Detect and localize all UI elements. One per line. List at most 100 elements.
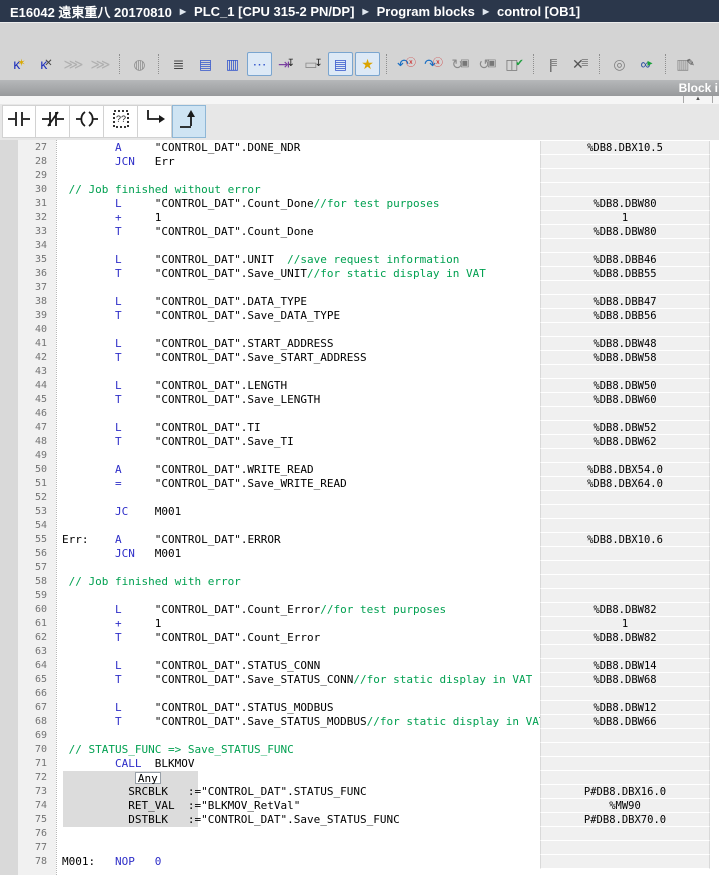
block-interface-label: Block i	[679, 81, 718, 95]
code-line[interactable]: 55Err: A "CONTROL_DAT".ERROR%DB8.DBX10.6	[0, 533, 719, 547]
code-line[interactable]: 37	[0, 281, 719, 295]
network-list-icon[interactable]: ≣	[166, 52, 191, 76]
code-line[interactable]: 40	[0, 323, 719, 337]
code-line[interactable]: 65 T "CONTROL_DAT".Save_STATUS_CONN//for…	[0, 673, 719, 687]
code-line[interactable]: 30 // Job finished without error	[0, 183, 719, 197]
line-number: 28	[0, 155, 56, 169]
code-line[interactable]: 38 L "CONTROL_DAT".DATA_TYPE%DB8.DBB47	[0, 295, 719, 309]
operand: "CONTROL_DAT".TI	[155, 421, 261, 434]
splitter-collapse-handle[interactable]: ▲	[683, 96, 713, 103]
opcode: T	[62, 631, 155, 644]
code-line[interactable]: 31 L "CONTROL_DAT".Count_Done//for test …	[0, 197, 719, 211]
code-line[interactable]: 56 JCN M001	[0, 547, 719, 561]
open-all-networks-icon[interactable]: ▤	[193, 52, 218, 76]
code-line[interactable]: 50 A "CONTROL_DAT".WRITE_READ%DB8.DBX54.…	[0, 463, 719, 477]
code-line[interactable]: 39 T "CONTROL_DAT".Save_DATA_TYPE%DB8.DB…	[0, 309, 719, 323]
data-block-icon[interactable]: ◍	[127, 52, 152, 76]
close-all-networks-icon[interactable]: ▥	[220, 52, 245, 76]
code-line[interactable]: 53 JC M001	[0, 505, 719, 519]
favorite-coil-button[interactable]	[70, 105, 104, 138]
code-line[interactable]: 58 // Job finished with error	[0, 575, 719, 589]
code-line[interactable]: 34	[0, 239, 719, 253]
code-line[interactable]: 46	[0, 407, 719, 421]
collapse-all-icon[interactable]: ✕≣	[568, 52, 593, 76]
code-line[interactable]: 43	[0, 365, 719, 379]
code-line[interactable]: 75 DSTBLK :="CONTROL_DAT".Save_STATUS_FU…	[0, 813, 719, 827]
code-line[interactable]: 36 T "CONTROL_DAT".Save_UNIT//for static…	[0, 267, 719, 281]
code-line[interactable]: 33 T "CONTROL_DAT".Count_Done%DB8.DBW80	[0, 225, 719, 239]
block-properties-icon[interactable]: ▥✎	[673, 52, 698, 76]
favorite-nc-contact-button[interactable]	[36, 105, 70, 138]
code-line[interactable]: 76	[0, 827, 719, 841]
code-line[interactable]: 57	[0, 561, 719, 575]
code-text	[56, 239, 540, 253]
code-line[interactable]: 54	[0, 519, 719, 533]
update-block-calls-icon[interactable]: ↻▣	[448, 52, 473, 76]
favorites-toggle-icon[interactable]: ★	[355, 52, 380, 76]
code-line[interactable]: 70 // STATUS_FUNC => Save_STATUS_FUNC	[0, 743, 719, 757]
code-line[interactable]: 41 L "CONTROL_DAT".START_ADDRESS%DB8.DBW…	[0, 337, 719, 351]
delete-network-icon[interactable]: ĸ✕	[34, 52, 59, 76]
code-line[interactable]: 68 T "CONTROL_DAT".Save_STATUS_MODBUS//f…	[0, 715, 719, 729]
code-line[interactable]: 72 Any	[0, 771, 719, 785]
stl-code-editor[interactable]: 27 A "CONTROL_DAT".DONE_NDR%DB8.DBX10.52…	[0, 140, 719, 875]
code-line[interactable]: 69	[0, 729, 719, 743]
favorite-empty-box-button[interactable]: ??	[104, 105, 138, 138]
code-line[interactable]: 51 = "CONTROL_DAT".Save_WRITE_READ%DB8.D…	[0, 477, 719, 491]
code-text: + 1	[56, 617, 540, 631]
absolute-symbolic-operands-icon[interactable]: ⇥↧	[274, 52, 299, 76]
code-line[interactable]: 35 L "CONTROL_DAT".UNIT //save request i…	[0, 253, 719, 267]
breadcrumb-segment[interactable]: E16042 遠東重八 20170810	[10, 2, 172, 21]
code-line[interactable]: 62 T "CONTROL_DAT".Count_Error%DB8.DBW82	[0, 631, 719, 645]
operand: RET_VAL :="BLKMOV_RetVal"	[62, 799, 300, 812]
next-error-icon[interactable]: ↷ⓧ	[421, 52, 446, 76]
code-line[interactable]: 60 L "CONTROL_DAT".Count_Error//for test…	[0, 603, 719, 617]
code-line[interactable]: 45 T "CONTROL_DAT".Save_LENGTH%DB8.DBW60	[0, 393, 719, 407]
synchronize-icon[interactable]: ↺▣	[475, 52, 500, 76]
breadcrumb-segment[interactable]: Program blocks	[377, 4, 475, 19]
code-line[interactable]: 49	[0, 449, 719, 463]
code-line[interactable]: 44 L "CONTROL_DAT".LENGTH%DB8.DBW50	[0, 379, 719, 393]
code-line[interactable]: 66	[0, 687, 719, 701]
code-line[interactable]: 27 A "CONTROL_DAT".DONE_NDR%DB8.DBX10.5	[0, 141, 719, 155]
code-line[interactable]: 71 CALL BLKMOV	[0, 757, 719, 771]
code-line[interactable]: 61 + 11	[0, 617, 719, 631]
operand-address-cell: %DB8.DBW82	[540, 631, 710, 645]
code-line[interactable]: 67 L "CONTROL_DAT".STATUS_MODBUS%DB8.DBW…	[0, 701, 719, 715]
consistency-check-icon[interactable]: ◫✔	[502, 52, 527, 76]
code-line[interactable]: 78M001: NOP 0	[0, 855, 719, 869]
code-line[interactable]: 28 JCN Err	[0, 155, 719, 169]
code-line[interactable]: 59	[0, 589, 719, 603]
previous-error-icon[interactable]: ↶ⓧ	[394, 52, 419, 76]
code-line[interactable]: 74 RET_VAL :="BLKMOV_RetVal"%MW90	[0, 799, 719, 813]
insert-row-icon[interactable]: ⋙	[61, 52, 86, 76]
favorite-close-branch-button[interactable]	[172, 105, 206, 138]
insert-network-icon[interactable]: ĸ✶	[7, 52, 32, 76]
code-line[interactable]: 42 T "CONTROL_DAT".Save_START_ADDRESS%DB…	[0, 351, 719, 365]
code-line[interactable]: 32 + 11	[0, 211, 719, 225]
code-line[interactable]: 52	[0, 491, 719, 505]
network-comments-toggle-icon[interactable]: ⋯	[247, 52, 272, 76]
comment: //for static display in VAT	[353, 673, 532, 686]
favorite-no-contact-button[interactable]	[2, 105, 36, 138]
code-line[interactable]: 77	[0, 841, 719, 855]
breadcrumb-segment[interactable]: control [OB1]	[497, 4, 580, 19]
monitoring-glasses-icon[interactable]: ∞▸	[634, 52, 659, 76]
delete-row-icon[interactable]: ⋙	[88, 52, 113, 76]
operand-comments-icon[interactable]: ▭↧	[301, 52, 326, 76]
code-line[interactable]: 64 L "CONTROL_DAT".STATUS_CONN%DB8.DBW14	[0, 659, 719, 673]
any-pointer-field[interactable]: Any	[135, 772, 161, 784]
code-text: T "CONTROL_DAT".Save_START_ADDRESS	[56, 351, 540, 365]
code-line[interactable]: 73 SRCBLK :="CONTROL_DAT".STATUS_FUNCP#D…	[0, 785, 719, 799]
block-interface-pane-header[interactable]: Block i	[0, 80, 719, 96]
code-line[interactable]: 63	[0, 645, 719, 659]
code-line[interactable]: 29	[0, 169, 719, 183]
line-number: 31	[0, 197, 56, 211]
code-line[interactable]: 48 T "CONTROL_DAT".Save_TI%DB8.DBW62	[0, 435, 719, 449]
expand-all-icon[interactable]: |≣	[541, 52, 566, 76]
display-format-icon[interactable]: ▤	[328, 52, 353, 76]
find-replace-icon[interactable]: ◎	[607, 52, 632, 76]
breadcrumb-segment[interactable]: PLC_1 [CPU 315-2 PN/DP]	[194, 4, 354, 19]
code-line[interactable]: 47 L "CONTROL_DAT".TI%DB8.DBW52	[0, 421, 719, 435]
favorite-open-branch-button[interactable]	[138, 105, 172, 138]
